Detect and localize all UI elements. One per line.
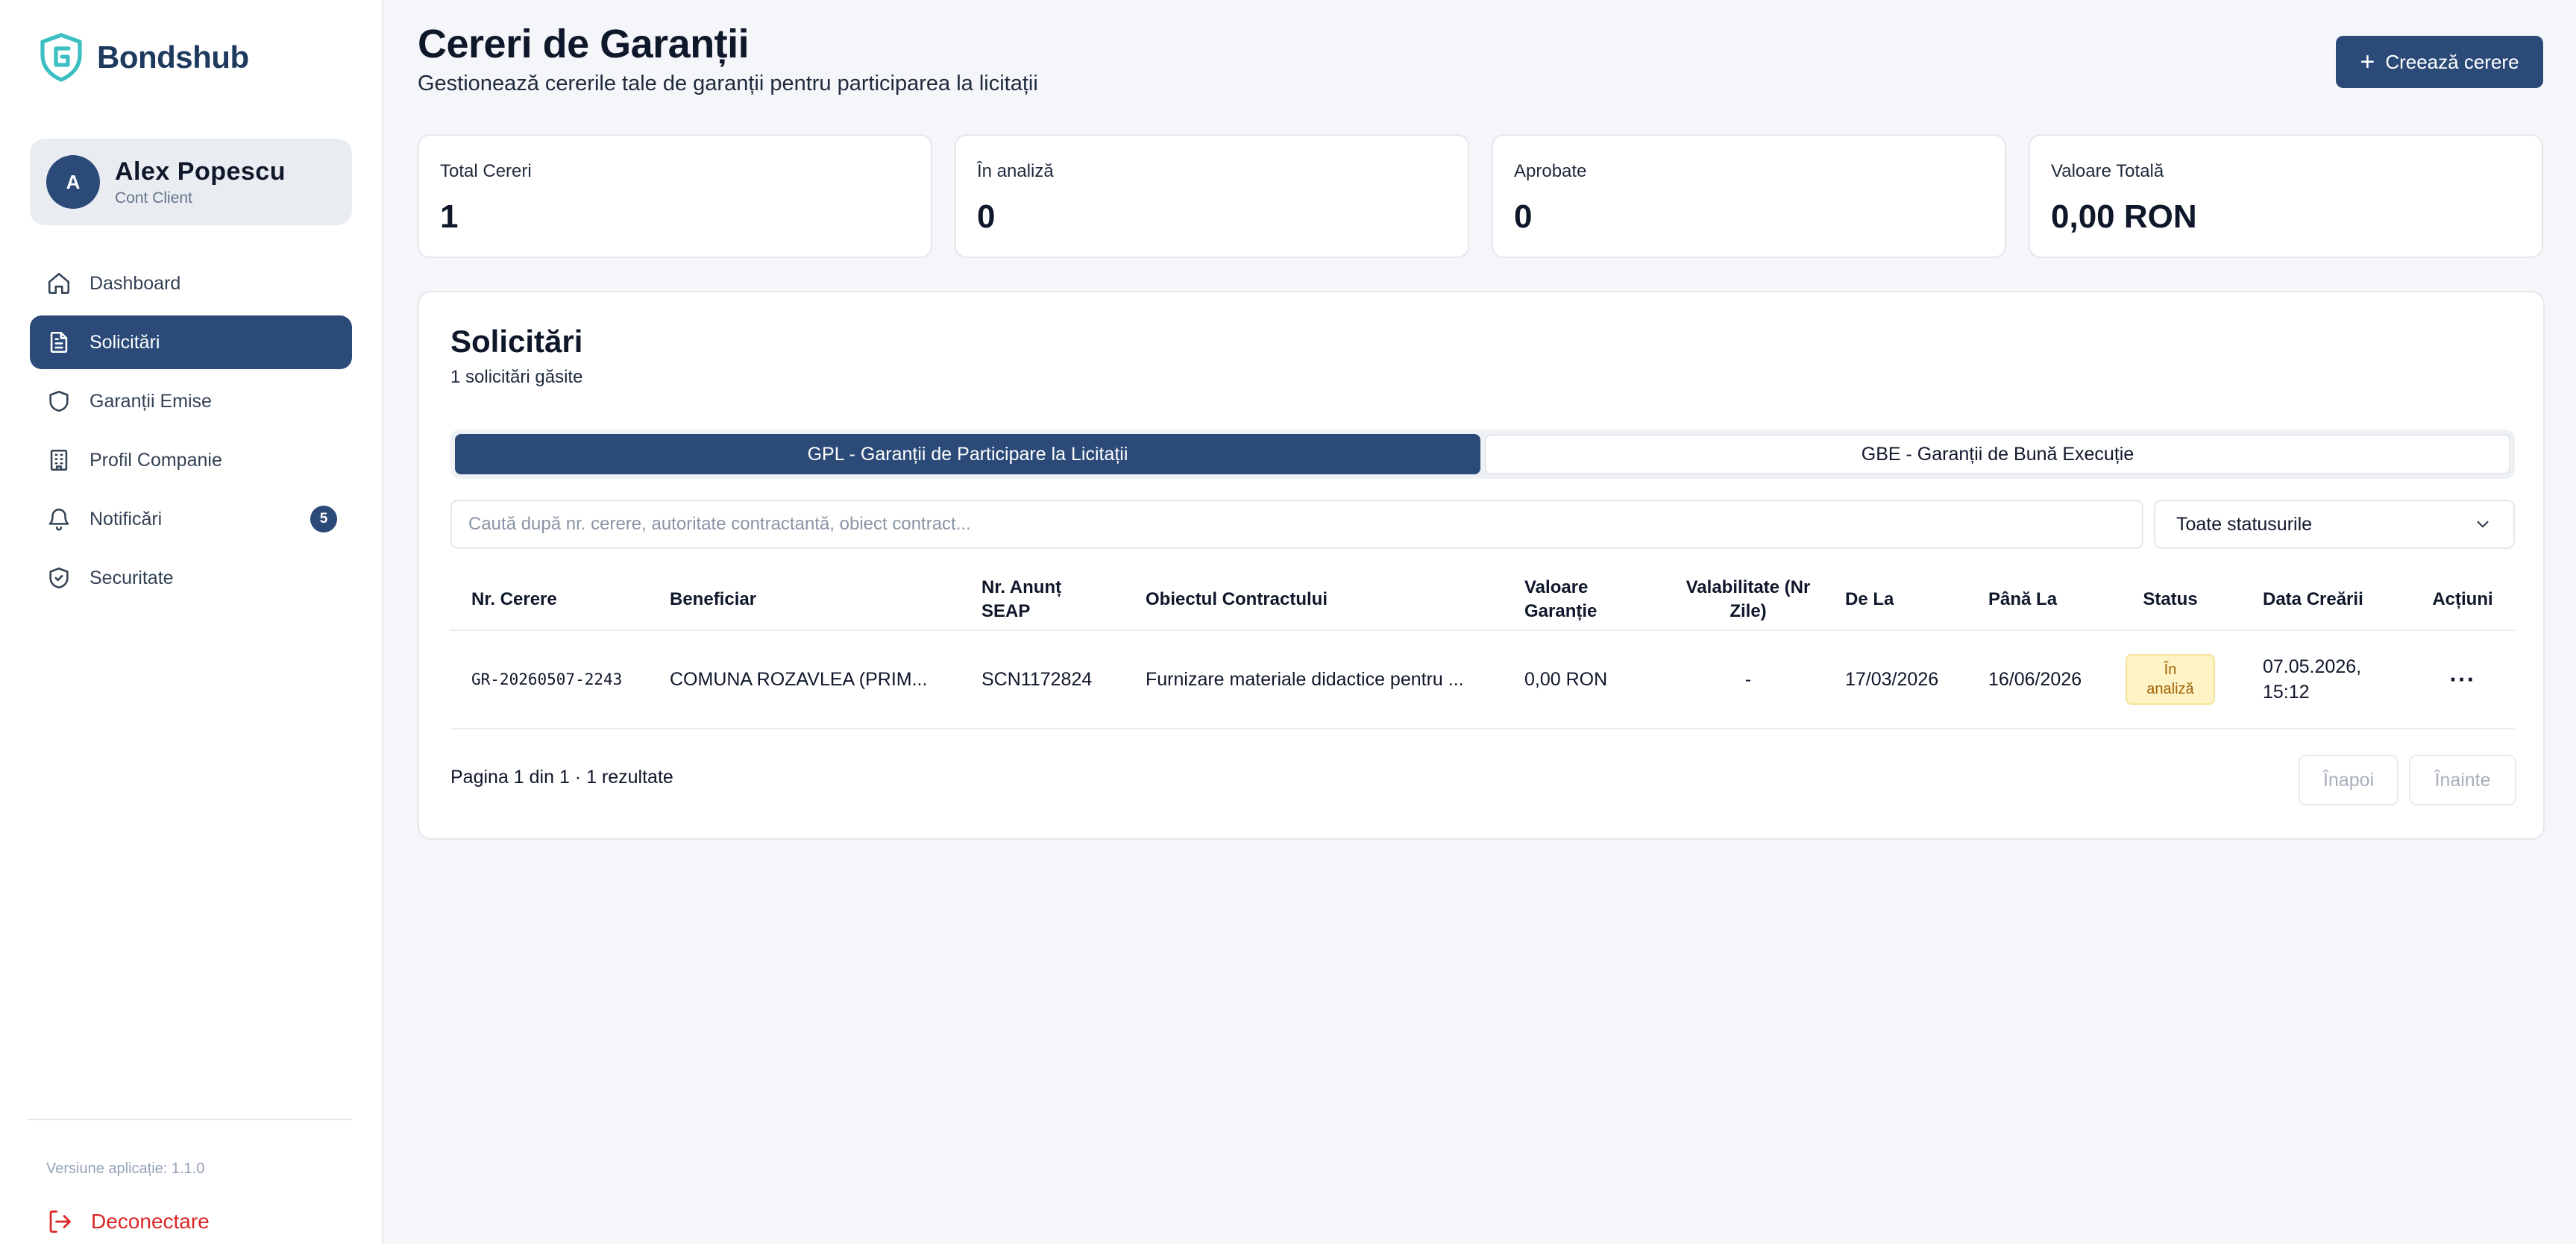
sidebar-nav: Dashboard Solicitări Garanții Emise Prof… <box>30 257 352 610</box>
user-card[interactable]: A Alex Popescu Cont Client <box>30 139 352 225</box>
cell-beneficiary: COMUNA ROZAVLEA (PRIM... <box>670 668 928 690</box>
cell-seap-number: SCN1172824 <box>981 668 1093 690</box>
app-version: Versiune aplicație: 1.1.0 <box>46 1160 205 1177</box>
cell-status: În analiză <box>2118 631 2222 728</box>
shield-icon <box>49 390 69 412</box>
status-badge: În analiză <box>2126 654 2215 705</box>
user-name: Alex Popescu <box>115 157 286 186</box>
sidebar-item-label: Profil Companie <box>89 449 222 471</box>
cell-to-date: 16/06/2026 <box>1988 668 2082 690</box>
sidebar-item-profil-companie[interactable]: Profil Companie <box>30 433 352 487</box>
column-header[interactable]: Până La <box>1988 570 2057 629</box>
column-header[interactable]: Data Creării <box>2263 570 2363 629</box>
avatar: A <box>46 155 100 209</box>
column-header[interactable]: Nr. Cerere <box>471 570 557 629</box>
sidebar-item-solicitari[interactable]: Solicitări <box>30 315 352 369</box>
sidebar-item-label: Securitate <box>89 567 174 588</box>
next-page-button[interactable]: Înainte <box>2409 755 2516 805</box>
document-icon <box>50 331 68 354</box>
requests-panel: Solicitări 1 solicitări găsite GPL - Gar… <box>418 291 2545 840</box>
sidebar-item-dashboard[interactable]: Dashboard <box>30 257 352 310</box>
bell-icon <box>48 509 69 531</box>
create-request-label: Creează cerere <box>2385 50 2519 73</box>
main-content: Cereri de Garanții Gestionează cererile … <box>383 0 2576 1244</box>
sidebar-item-label: Solicitări <box>89 331 160 353</box>
sidebar-item-label: Garanții Emise <box>89 390 212 412</box>
table-row[interactable]: GR-20260507-2243 COMUNA ROZAVLEA (PRIM..… <box>450 631 2515 729</box>
user-role: Cont Client <box>115 189 192 207</box>
chevron-down-icon <box>2477 521 2489 528</box>
stat-card-total-value: Valoare Totală 0,00 RON <box>2029 134 2543 258</box>
cell-contract-object: Furnizare materiale didactice pentru ... <box>1146 668 1464 690</box>
column-header[interactable]: Nr. Anunț SEAP <box>981 570 1078 629</box>
page-subtitle: Gestionează cererile tale de garanții pe… <box>418 72 1038 95</box>
home-icon <box>48 272 70 295</box>
created-date-text: 07.05.2026, 15:12 <box>2263 656 2362 703</box>
stat-card-in-analysis: În analiză 0 <box>955 134 1469 258</box>
cell-from-date: 17/03/2026 <box>1845 668 1939 690</box>
stat-value: 0 <box>1514 198 1533 235</box>
logout-button[interactable]: Deconectare <box>46 1208 210 1235</box>
status-filter-select[interactable]: Toate statusurile <box>2154 500 2515 549</box>
logout-icon <box>49 1210 71 1233</box>
sidebar-item-label: Notificări <box>89 508 163 530</box>
sidebar-item-garantii-emise[interactable]: Garanții Emise <box>30 374 352 428</box>
app: Bondshub A Alex Popescu Cont Client Dash… <box>0 0 2576 1244</box>
pagination-info: Pagina 1 din 1 · 1 rezultate <box>450 767 673 788</box>
sidebar-item-securitate[interactable]: Securitate <box>30 551 352 605</box>
search-input[interactable] <box>450 500 2143 549</box>
stat-value: 1 <box>440 198 459 235</box>
more-actions-icon[interactable]: ··· <box>2450 666 2476 694</box>
stat-value: 0,00 RON <box>2051 198 2197 235</box>
stat-card-total: Total Cereri 1 <box>418 134 932 258</box>
cell-created-date: 07.05.2026, 15:12 <box>2263 631 2390 728</box>
sidebar-item-notificari[interactable]: Notificări 5 <box>30 492 352 546</box>
column-header: Acțiuni <box>2432 588 2493 609</box>
sidebar-item-label: Dashboard <box>89 272 181 294</box>
cell-validity-days: - <box>1744 668 1752 690</box>
status-filter-value: Toate statusurile <box>2176 513 2313 535</box>
shield-logo-icon <box>40 33 82 82</box>
column-header[interactable]: Beneficiar <box>670 570 756 629</box>
logout-label: Deconectare <box>91 1210 210 1233</box>
sidebar: Bondshub A Alex Popescu Cont Client Dash… <box>0 0 383 1244</box>
stat-label: În analiză <box>977 161 1054 181</box>
stat-label: Total Cereri <box>440 161 532 181</box>
cell-guarantee-value: 0,00 RON <box>1524 668 1608 690</box>
stat-label: Aprobate <box>1514 161 1587 181</box>
guarantee-type-tabs: GPL - Garanții de Participare la Licitaț… <box>450 430 2515 479</box>
brand-name: Bondshub <box>97 40 249 75</box>
plus-icon: + <box>2360 48 2375 76</box>
create-request-button[interactable]: + Creează cerere <box>2336 36 2543 88</box>
table-header: Nr. Cerere Beneficiar Nr. Anunț SEAP Obi… <box>450 570 2515 631</box>
notification-count-badge: 5 <box>310 506 337 533</box>
cell-actions: ··· <box>2419 631 2506 728</box>
shield-check-icon <box>49 567 69 589</box>
panel-title: Solicitări <box>450 324 583 359</box>
column-header[interactable]: Status <box>2118 570 2222 629</box>
column-header[interactable]: Obiectul Contractului <box>1146 570 1328 629</box>
sidebar-divider <box>27 1119 352 1120</box>
stat-value: 0 <box>977 198 996 235</box>
column-header[interactable]: De La <box>1845 570 1894 629</box>
tab-gpl[interactable]: GPL - Garanții de Participare la Licitaț… <box>455 434 1480 474</box>
stat-card-approved: Aprobate 0 <box>1492 134 2006 258</box>
prev-page-button[interactable]: Înapoi <box>2299 755 2398 805</box>
column-header[interactable]: Valoare Garanție <box>1524 570 1621 629</box>
building-icon <box>50 449 68 471</box>
brand-logo[interactable]: Bondshub <box>39 33 249 82</box>
tab-gbe[interactable]: GBE - Garanții de Bună Execuție <box>1485 434 2510 474</box>
stat-label: Valoare Totală <box>2051 161 2164 181</box>
column-header[interactable]: Valabilitate (Nr Zile) <box>1681 570 1815 629</box>
results-count: 1 solicitări găsite <box>450 367 583 387</box>
cell-request-number: GR-20260507-2243 <box>471 670 623 688</box>
page-title: Cereri de Garanții <box>418 22 750 66</box>
